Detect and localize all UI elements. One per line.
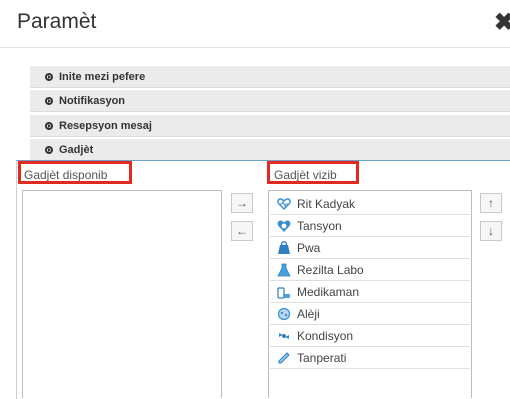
list-item-heart-rate[interactable]: Rit Kadyak	[270, 193, 470, 215]
condition-icon	[279, 332, 289, 339]
modal-title: Paramèt	[17, 10, 97, 33]
item-label: Rit Kadyak	[297, 196, 356, 211]
accordion-label: Gadjèt	[59, 143, 94, 156]
list-item-weight[interactable]: Pwa	[270, 237, 470, 259]
item-label: Pwa	[297, 240, 321, 255]
circle-arrow-icon	[45, 145, 53, 154]
highlight-box-visible	[267, 161, 359, 184]
available-widgets-list[interactable]	[22, 190, 222, 398]
move-down-button[interactable]: ↓	[480, 221, 502, 241]
accordion-label: Notifikasyon	[59, 94, 126, 107]
add-widget-button[interactable]: →	[231, 193, 253, 213]
highlight-box-available	[18, 161, 132, 184]
blood-pressure-icon	[277, 220, 291, 232]
thermometer-icon	[278, 351, 290, 363]
accordion-message-reception[interactable]: Resepsyon mesaj	[30, 115, 510, 137]
list-item-temperature[interactable]: Tanperati	[270, 347, 470, 369]
circle-arrow-icon	[45, 121, 53, 130]
list-item-allergy[interactable]: Alèji	[270, 303, 470, 325]
allergy-icon	[277, 307, 291, 320]
title-divider	[0, 47, 510, 48]
list-item-conditions[interactable]: Kondisyon	[270, 325, 470, 347]
accordion-widgets[interactable]: Gadjèt	[30, 139, 510, 161]
heart-rate-icon	[277, 197, 291, 210]
accordion-preferred-units[interactable]: Inite mezi pefere	[30, 66, 510, 88]
item-label: Alèji	[297, 306, 320, 321]
list-item-medication[interactable]: Medikaman	[270, 281, 470, 303]
item-label: Medikaman	[297, 284, 360, 299]
medication-icon	[277, 286, 290, 299]
circle-arrow-icon	[45, 96, 53, 105]
lab-flask-icon	[277, 263, 291, 276]
close-icon[interactable]: ✖	[494, 10, 510, 36]
list-item-lab-results[interactable]: Rezilta Labo	[270, 259, 470, 281]
accordion-notifications[interactable]: Notifikasyon	[30, 90, 510, 112]
accordion-label: Inite mezi pefere	[59, 70, 146, 83]
remove-widget-button[interactable]: ←	[231, 221, 253, 241]
item-label: Tanperati	[297, 350, 347, 365]
list-item-blood-pressure[interactable]: Tansyon	[270, 215, 470, 237]
circle-arrow-icon	[45, 72, 53, 81]
move-up-button[interactable]: ↑	[480, 193, 502, 213]
item-label: Tansyon	[297, 218, 342, 233]
weight-scale-icon	[278, 240, 290, 254]
accordion-label: Resepsyon mesaj	[59, 119, 152, 132]
item-label: Kondisyon	[297, 328, 354, 343]
item-label: Rezilta Labo	[297, 262, 364, 277]
